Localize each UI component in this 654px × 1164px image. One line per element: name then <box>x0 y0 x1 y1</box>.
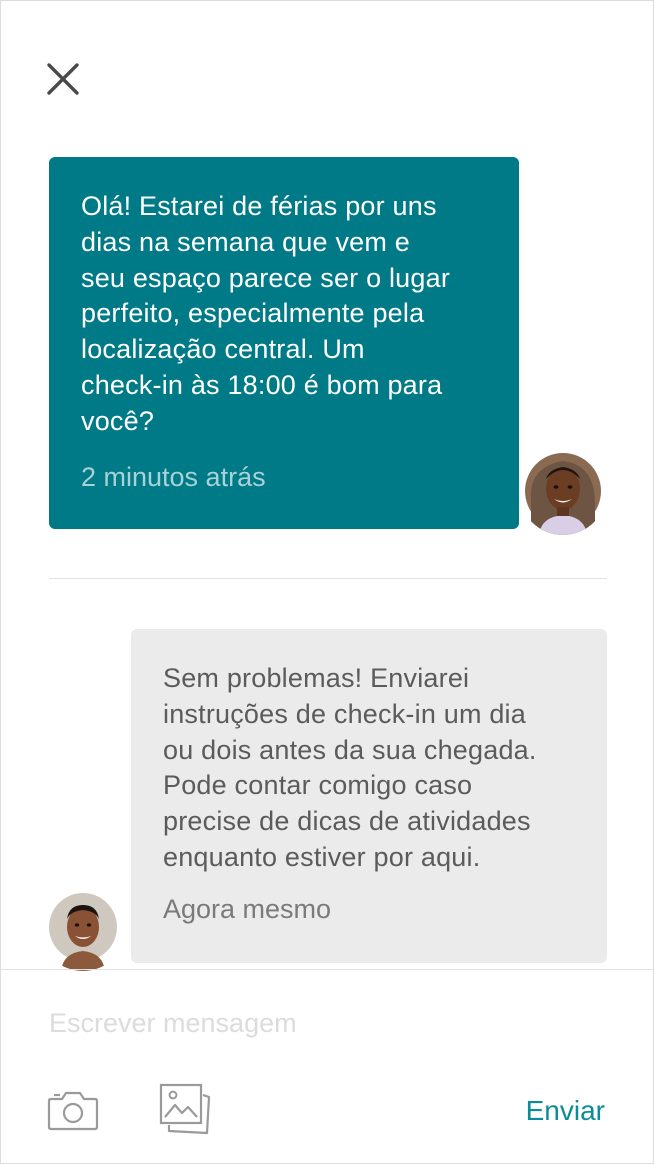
message-text: Sem problemas! Enviarei instruções de ch… <box>163 663 537 872</box>
camera-button[interactable] <box>47 1089 99 1131</box>
close-icon <box>47 63 79 95</box>
close-button[interactable] <box>41 57 85 101</box>
message-input[interactable] <box>49 1001 605 1045</box>
camera-icon <box>47 1091 99 1131</box>
message-timestamp: 2 minutos atrás <box>81 461 266 492</box>
chat-screen: Olá! Estarei de férias por uns dias na s… <box>0 0 654 1164</box>
message-text: Olá! Estarei de férias por uns dias na s… <box>81 191 451 436</box>
user-photo-icon <box>525 453 601 535</box>
message-bubble-sent: Olá! Estarei de férias por uns dias na s… <box>49 157 519 529</box>
message-divider <box>49 578 607 579</box>
composer-divider <box>1 969 653 970</box>
message-timestamp: Agora mesmo <box>163 893 332 924</box>
send-button[interactable]: Enviar <box>526 1095 605 1127</box>
avatar[interactable] <box>39 883 127 971</box>
avatar[interactable] <box>519 447 607 535</box>
message-bubble-received: Sem problemas! Enviarei instruções de ch… <box>131 629 607 963</box>
user-photo-icon <box>49 893 117 971</box>
image-gallery-icon <box>159 1083 211 1135</box>
image-gallery-button[interactable] <box>159 1083 211 1135</box>
